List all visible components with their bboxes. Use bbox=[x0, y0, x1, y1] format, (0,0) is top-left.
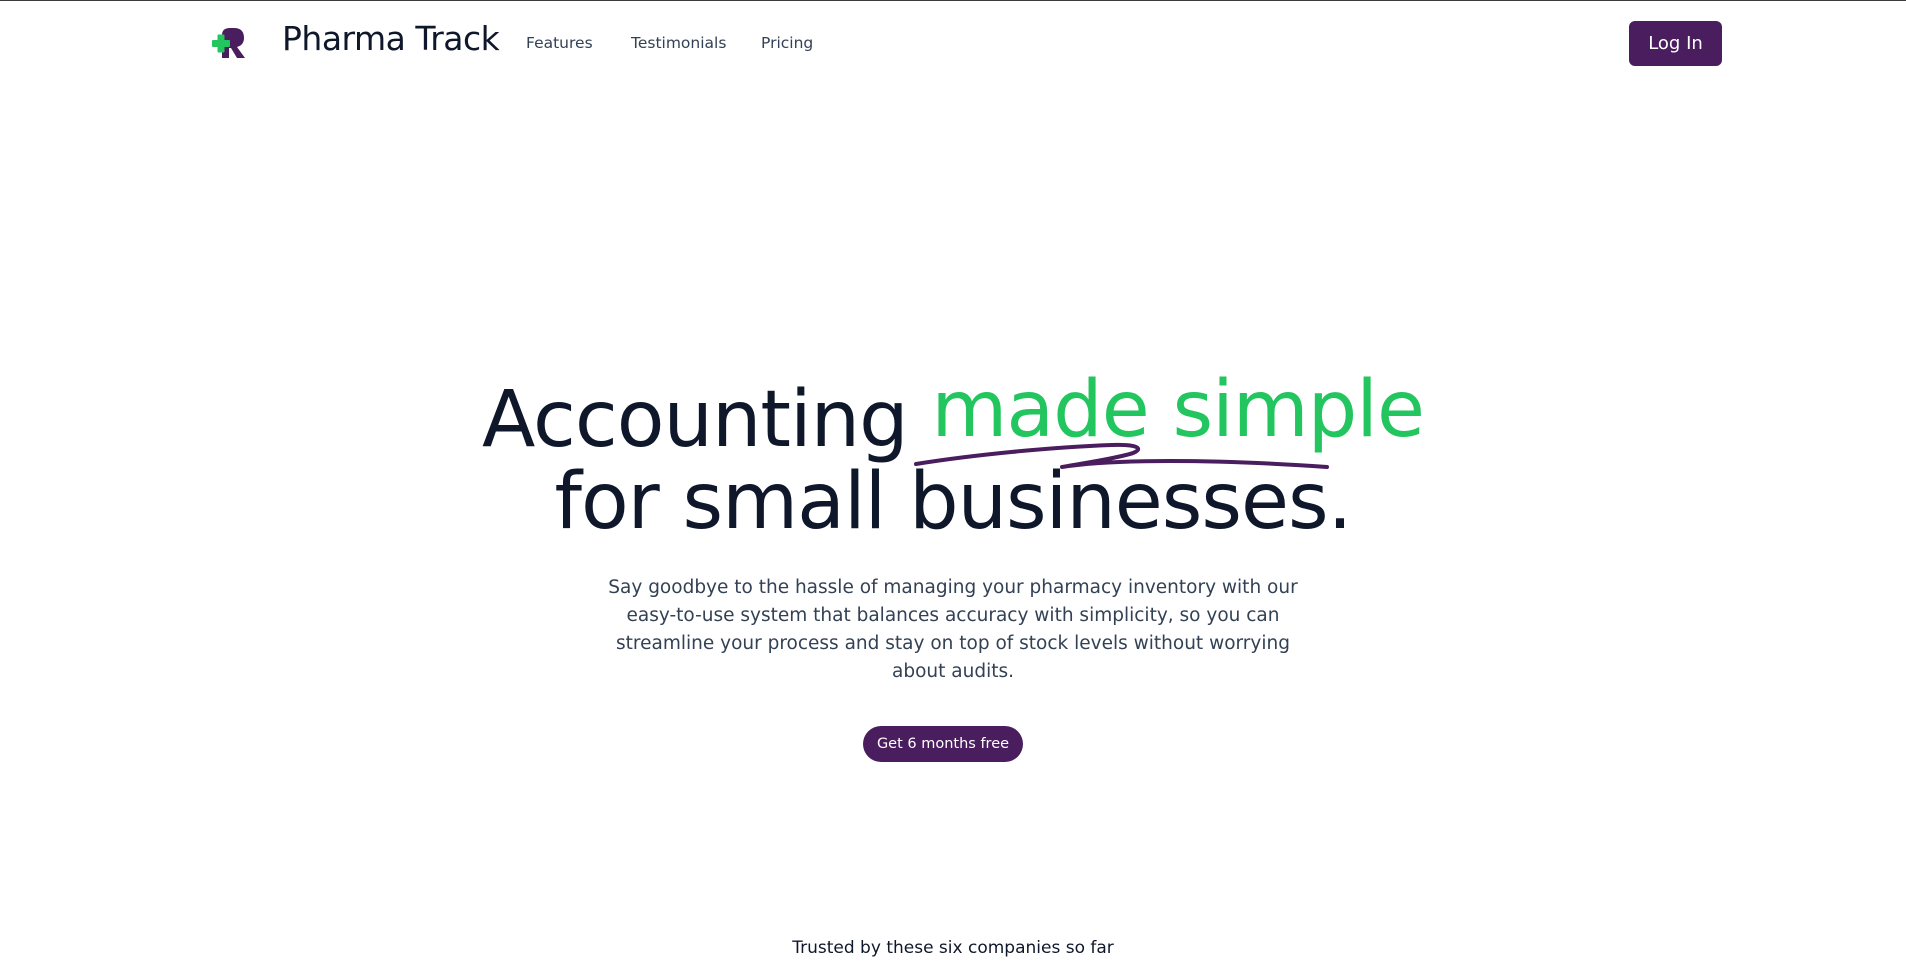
brand-name[interactable]: Pharma Track bbox=[282, 19, 500, 58]
site-header: Pharma Track Features Testimonials Prici… bbox=[0, 1, 1906, 85]
nav-link-testimonials[interactable]: Testimonials bbox=[631, 34, 726, 52]
get-free-months-button[interactable]: Get 6 months free bbox=[863, 726, 1023, 762]
hero-title: Accounting made simple for small busines… bbox=[0, 369, 1906, 547]
hero-title-line-2: for small businesses. bbox=[554, 457, 1353, 547]
nav-link-pricing[interactable]: Pricing bbox=[761, 34, 813, 52]
login-button[interactable]: Log In bbox=[1629, 21, 1722, 66]
hero-title-line-1: Accounting made simple bbox=[0, 369, 1906, 461]
hero-title-part-1: Accounting bbox=[482, 375, 909, 465]
hero-subtitle: Say goodbye to the hassle of managing yo… bbox=[608, 577, 1298, 682]
pharmacy-cross-logo-icon[interactable] bbox=[208, 25, 248, 61]
nav-link-features[interactable]: Features bbox=[526, 34, 593, 52]
trusted-by-text: Trusted by these six companies so far bbox=[792, 938, 1114, 958]
landing-page: Pharma Track Features Testimonials Prici… bbox=[0, 0, 1906, 978]
hero-title-accent: made simple bbox=[931, 365, 1425, 455]
